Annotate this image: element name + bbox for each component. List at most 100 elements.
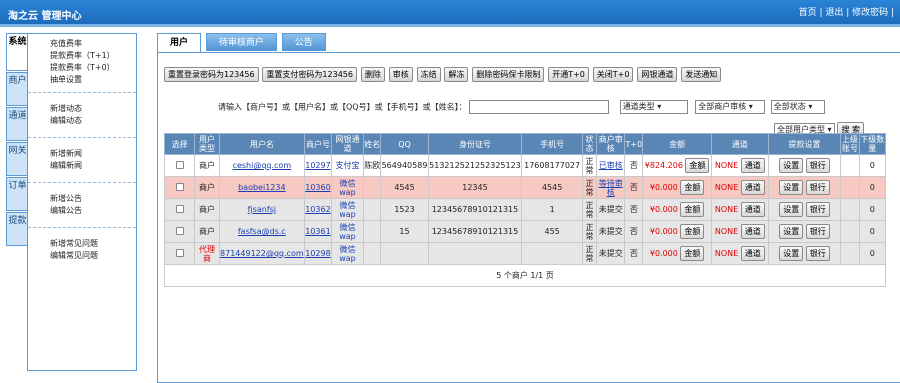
- audit-link[interactable]: 未提交: [599, 227, 623, 236]
- state-cell[interactable]: 正常: [581, 220, 598, 243]
- amount-button[interactable]: 金额: [680, 224, 705, 239]
- row-checkbox[interactable]: [175, 182, 184, 191]
- select-cell[interactable]: [163, 242, 196, 265]
- merchant-id-cell[interactable]: 10297: [304, 154, 332, 177]
- select-cell[interactable]: [163, 154, 196, 177]
- bank-button[interactable]: 银行: [805, 246, 830, 261]
- bank-button[interactable]: 银行: [805, 202, 830, 217]
- sidebar-tab-channel[interactable]: 通道: [6, 107, 28, 141]
- username-cell[interactable]: fjsanfsj: [218, 198, 306, 221]
- menu-item[interactable]: 新增公告: [50, 193, 136, 205]
- state-cell[interactable]: 正常: [581, 154, 598, 177]
- merchant-id-link[interactable]: 10362: [305, 205, 330, 214]
- channel-type-select[interactable]: 通道类型 ▾: [619, 100, 688, 114]
- menu-item[interactable]: 编辑常见问题: [50, 250, 136, 262]
- reset-pay-password-button[interactable]: 重置支付密码为123456: [262, 67, 357, 82]
- sidebar-tab-withdraw[interactable]: 提款: [6, 212, 28, 246]
- audit-button[interactable]: 审核: [388, 67, 413, 82]
- menu-item[interactable]: 充值费率: [50, 38, 136, 50]
- bank-channel-link[interactable]: 微信wap: [339, 245, 356, 263]
- channel-button[interactable]: 通道: [740, 202, 765, 217]
- bank-button[interactable]: 银行: [805, 180, 830, 195]
- row-checkbox[interactable]: [175, 226, 184, 235]
- username-link[interactable]: ceshi@qq.com: [233, 161, 292, 170]
- settings-button[interactable]: 设置: [779, 202, 804, 217]
- menu-item[interactable]: 编辑动态: [50, 115, 136, 127]
- row-checkbox[interactable]: [175, 160, 184, 169]
- tab-users[interactable]: 用户: [157, 33, 202, 53]
- merchant-id-cell[interactable]: 10298: [304, 242, 332, 265]
- freeze-button[interactable]: 冻结: [416, 67, 441, 82]
- table-row[interactable]: 商户 fasfsa@ds.c 10361 微信wap 15 123456789101213…: [163, 220, 887, 243]
- bank-channel-cell[interactable]: 微信wap: [330, 220, 365, 243]
- audit-link[interactable]: 已审核: [599, 161, 623, 170]
- sidebar-tab-merchant[interactable]: 商户: [6, 72, 28, 106]
- delete-button[interactable]: 删除: [360, 67, 385, 82]
- merchant-id-link[interactable]: 10360: [305, 183, 330, 192]
- top-links[interactable]: 首页 | 退出 | 修改密码 |: [799, 5, 894, 18]
- amount-button[interactable]: 金额: [680, 202, 705, 217]
- status-select[interactable]: 全部状态 ▾: [770, 100, 825, 114]
- bank-channel-cell[interactable]: 微信wap: [330, 242, 365, 265]
- bank-button[interactable]: 银行: [805, 224, 830, 239]
- channel-button[interactable]: 通道: [740, 246, 765, 261]
- settings-button[interactable]: 设置: [779, 180, 804, 195]
- audit-cell[interactable]: 等待审核: [596, 176, 626, 199]
- menu-item[interactable]: 提款费率（T+1）: [50, 50, 136, 62]
- bank-channel-link[interactable]: 支付宝: [336, 161, 360, 170]
- channel-button[interactable]: 通道: [740, 224, 765, 239]
- tab-announcements[interactable]: 公告: [281, 33, 326, 51]
- username-link[interactable]: fjsanfsj: [248, 205, 276, 214]
- reset-login-password-button[interactable]: 重置登录密码为123456: [164, 67, 259, 82]
- sidebar-tab-order[interactable]: 订单: [6, 177, 28, 211]
- username-link[interactable]: baobei1234: [238, 183, 285, 192]
- select-cell[interactable]: [163, 176, 196, 199]
- username-cell[interactable]: baobei1234: [218, 176, 306, 199]
- state-link[interactable]: 正常: [586, 201, 594, 219]
- tab-pending-merchants[interactable]: 待审核商户: [205, 33, 277, 51]
- username-link[interactable]: 871449122@qq.com: [220, 249, 304, 258]
- state-link[interactable]: 正常: [586, 157, 594, 175]
- bank-channel-cell[interactable]: 微信wap: [330, 176, 365, 199]
- table-row[interactable]: 商户 fjsanfsj 10362 微信wap 1523 1234567891012131…: [163, 198, 887, 221]
- state-link[interactable]: 正常: [586, 179, 594, 197]
- select-cell[interactable]: [163, 198, 196, 221]
- audit-cell[interactable]: 未提交: [596, 242, 626, 265]
- username-cell[interactable]: 871449122@qq.com: [218, 242, 306, 265]
- row-checkbox[interactable]: [175, 248, 184, 257]
- enable-t0-button[interactable]: 开通T+0: [548, 67, 589, 82]
- select-cell[interactable]: [163, 220, 196, 243]
- merchant-id-link[interactable]: 10297: [305, 161, 330, 170]
- merchant-id-cell[interactable]: 10360: [304, 176, 332, 199]
- settings-button[interactable]: 设置: [779, 246, 804, 261]
- username-cell[interactable]: fasfsa@ds.c: [218, 220, 306, 243]
- channel-button[interactable]: 通道: [740, 158, 765, 173]
- audit-select[interactable]: 全部商户审核 ▾: [695, 100, 766, 114]
- disable-t0-button[interactable]: 关闭T+0: [592, 67, 634, 82]
- bank-channel-button[interactable]: 网银通道: [637, 67, 678, 82]
- merchant-id-cell[interactable]: 10361: [304, 220, 332, 243]
- unfreeze-button[interactable]: 解冻: [444, 67, 469, 82]
- remove-card-limit-button[interactable]: 删除密码保卡限制: [472, 67, 545, 82]
- merchant-id-link[interactable]: 10298: [305, 249, 330, 258]
- settings-button[interactable]: 设置: [779, 224, 804, 239]
- bank-channel-link[interactable]: 微信wap: [339, 201, 356, 219]
- send-notice-button[interactable]: 发送通知: [681, 67, 722, 82]
- bank-channel-cell[interactable]: 微信wap: [330, 198, 365, 221]
- menu-item[interactable]: 新增常见问题: [50, 238, 136, 250]
- bank-channel-cell[interactable]: 支付宝: [330, 154, 365, 177]
- audit-cell[interactable]: 已审核: [596, 154, 626, 177]
- amount-button[interactable]: 金额: [685, 158, 710, 173]
- state-cell[interactable]: 正常: [581, 198, 598, 221]
- audit-link[interactable]: 等待审核: [599, 179, 623, 197]
- channel-button[interactable]: 通道: [740, 180, 765, 195]
- amount-button[interactable]: 金额: [680, 246, 705, 261]
- merchant-id-cell[interactable]: 10362: [304, 198, 332, 221]
- bank-button[interactable]: 银行: [805, 158, 830, 173]
- audit-link[interactable]: 未提交: [599, 249, 623, 258]
- menu-item[interactable]: 编辑公告: [50, 205, 136, 217]
- state-cell[interactable]: 正常: [581, 176, 598, 199]
- menu-item[interactable]: 新增动态: [50, 103, 136, 115]
- menu-item[interactable]: 抽单设置: [50, 74, 136, 86]
- settings-button[interactable]: 设置: [779, 158, 804, 173]
